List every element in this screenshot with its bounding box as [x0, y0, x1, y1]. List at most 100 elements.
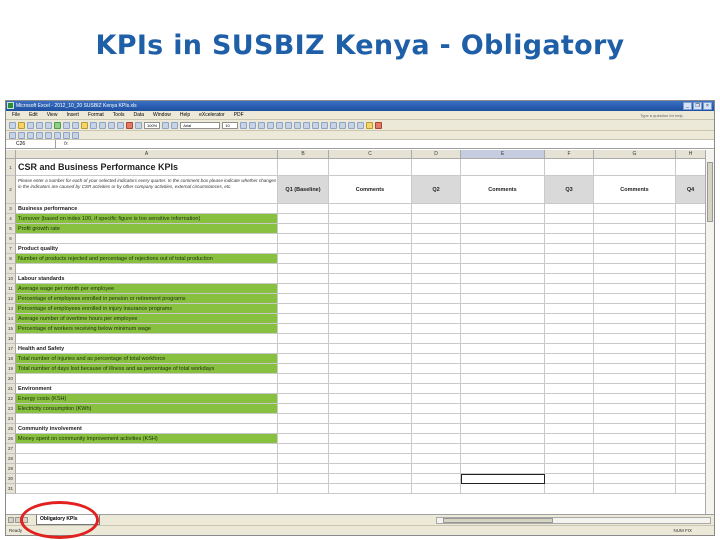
toolbar2-icon[interactable]	[54, 131, 61, 139]
value-cell[interactable]	[412, 304, 461, 314]
value-cell[interactable]	[594, 234, 676, 244]
help-search-box[interactable]: Type a question for help	[640, 112, 684, 119]
value-cell[interactable]	[461, 294, 545, 304]
value-cell[interactable]	[594, 444, 676, 454]
row-number[interactable]: 26	[6, 434, 16, 444]
vertical-scrollbar[interactable]	[705, 150, 714, 515]
row-number[interactable]: 16	[6, 334, 16, 344]
value-cell[interactable]	[594, 334, 676, 344]
toolbar2-icon[interactable]	[27, 131, 34, 139]
value-cell[interactable]	[461, 234, 545, 244]
undo-icon[interactable]	[90, 121, 97, 129]
row-number[interactable]: 30	[6, 474, 16, 484]
value-cell[interactable]	[278, 464, 329, 474]
value-cell[interactable]	[278, 334, 329, 344]
value-cell[interactable]	[594, 424, 676, 434]
value-cell[interactable]	[412, 434, 461, 444]
value-cell[interactable]	[545, 234, 594, 244]
menu-item[interactable]: View	[47, 111, 58, 119]
value-cell[interactable]	[329, 254, 412, 264]
row-number[interactable]: 1	[6, 159, 16, 176]
value-cell[interactable]	[278, 474, 329, 484]
value-cell[interactable]	[329, 484, 412, 494]
kpi-cell[interactable]	[16, 474, 278, 484]
value-cell[interactable]	[461, 364, 545, 374]
value-cell[interactable]	[329, 244, 412, 254]
value-cell[interactable]	[412, 264, 461, 274]
kpi-cell[interactable]: Labour standards	[16, 274, 278, 284]
value-cell[interactable]	[594, 414, 676, 424]
kpi-cell[interactable]	[16, 334, 278, 344]
kpi-cell[interactable]: Turnover (based on index 100, if specifi…	[16, 214, 278, 224]
value-cell[interactable]	[545, 374, 594, 384]
value-cell[interactable]	[594, 284, 676, 294]
value-cell[interactable]	[545, 354, 594, 364]
value-cell[interactable]	[278, 314, 329, 324]
kpi-cell[interactable]: CSR and Business Performance KPIs	[16, 159, 278, 176]
value-cell[interactable]	[461, 374, 545, 384]
row-number[interactable]: 12	[6, 294, 16, 304]
column-header[interactable]: A	[16, 150, 278, 159]
kpi-cell[interactable]: Health and Safety	[16, 344, 278, 354]
value-cell[interactable]	[676, 244, 706, 254]
tab-first-icon[interactable]	[8, 517, 14, 523]
row-number[interactable]: 21	[6, 384, 16, 394]
row-number[interactable]: 22	[6, 394, 16, 404]
percent-icon[interactable]	[312, 121, 320, 129]
value-cell[interactable]	[412, 284, 461, 294]
value-cell[interactable]	[461, 344, 545, 354]
menu-item[interactable]: File	[12, 111, 20, 119]
value-cell[interactable]	[278, 214, 329, 224]
value-cell[interactable]	[461, 304, 545, 314]
value-cell[interactable]	[676, 159, 706, 176]
row-number[interactable]: 10	[6, 274, 16, 284]
value-cell[interactable]	[676, 364, 706, 374]
value-cell[interactable]	[676, 464, 706, 474]
value-cell[interactable]	[545, 434, 594, 444]
value-cell[interactable]	[545, 484, 594, 494]
row-number[interactable]: 14	[6, 314, 16, 324]
value-cell[interactable]	[594, 404, 676, 414]
value-cell[interactable]	[545, 454, 594, 464]
value-cell[interactable]	[412, 254, 461, 264]
restore-icon[interactable]: ❐	[693, 102, 702, 110]
value-cell[interactable]	[412, 244, 461, 254]
select-all-corner[interactable]	[6, 150, 16, 159]
cut-icon[interactable]	[63, 121, 70, 129]
print-icon[interactable]	[36, 121, 43, 129]
value-cell[interactable]	[594, 464, 676, 474]
value-cell[interactable]	[461, 284, 545, 294]
kpi-cell[interactable]	[16, 454, 278, 464]
row-number[interactable]: 11	[6, 284, 16, 294]
value-cell[interactable]	[594, 384, 676, 394]
value-cell[interactable]	[461, 404, 545, 414]
value-cell[interactable]	[329, 354, 412, 364]
toolbar2-icon[interactable]	[45, 131, 52, 139]
value-cell[interactable]	[461, 314, 545, 324]
italic-icon[interactable]	[249, 121, 257, 129]
paste-icon[interactable]	[81, 121, 88, 129]
value-cell[interactable]	[461, 434, 545, 444]
menu-item[interactable]: Data	[133, 111, 144, 119]
copy-icon[interactable]	[72, 121, 79, 129]
value-cell[interactable]	[329, 284, 412, 294]
value-cell[interactable]	[278, 244, 329, 254]
value-cell[interactable]	[594, 294, 676, 304]
align-center-icon[interactable]	[276, 121, 284, 129]
bold-icon[interactable]	[240, 121, 248, 129]
kpi-cell[interactable]: Money spent on community improvement act…	[16, 434, 278, 444]
value-cell[interactable]	[594, 224, 676, 234]
column-header[interactable]: D	[412, 150, 461, 159]
value-cell[interactable]	[329, 334, 412, 344]
horizontal-scroll-thumb[interactable]	[443, 518, 553, 523]
value-cell[interactable]	[594, 474, 676, 484]
value-cell[interactable]	[461, 444, 545, 454]
value-cell[interactable]	[545, 204, 594, 214]
kpi-cell[interactable]	[16, 484, 278, 494]
value-cell[interactable]	[676, 354, 706, 364]
value-cell[interactable]	[329, 454, 412, 464]
quarter-header-cell[interactable]: Q2	[412, 176, 461, 204]
menu-item[interactable]: PDF	[234, 111, 244, 119]
value-cell[interactable]	[329, 404, 412, 414]
currency-icon[interactable]	[303, 121, 311, 129]
